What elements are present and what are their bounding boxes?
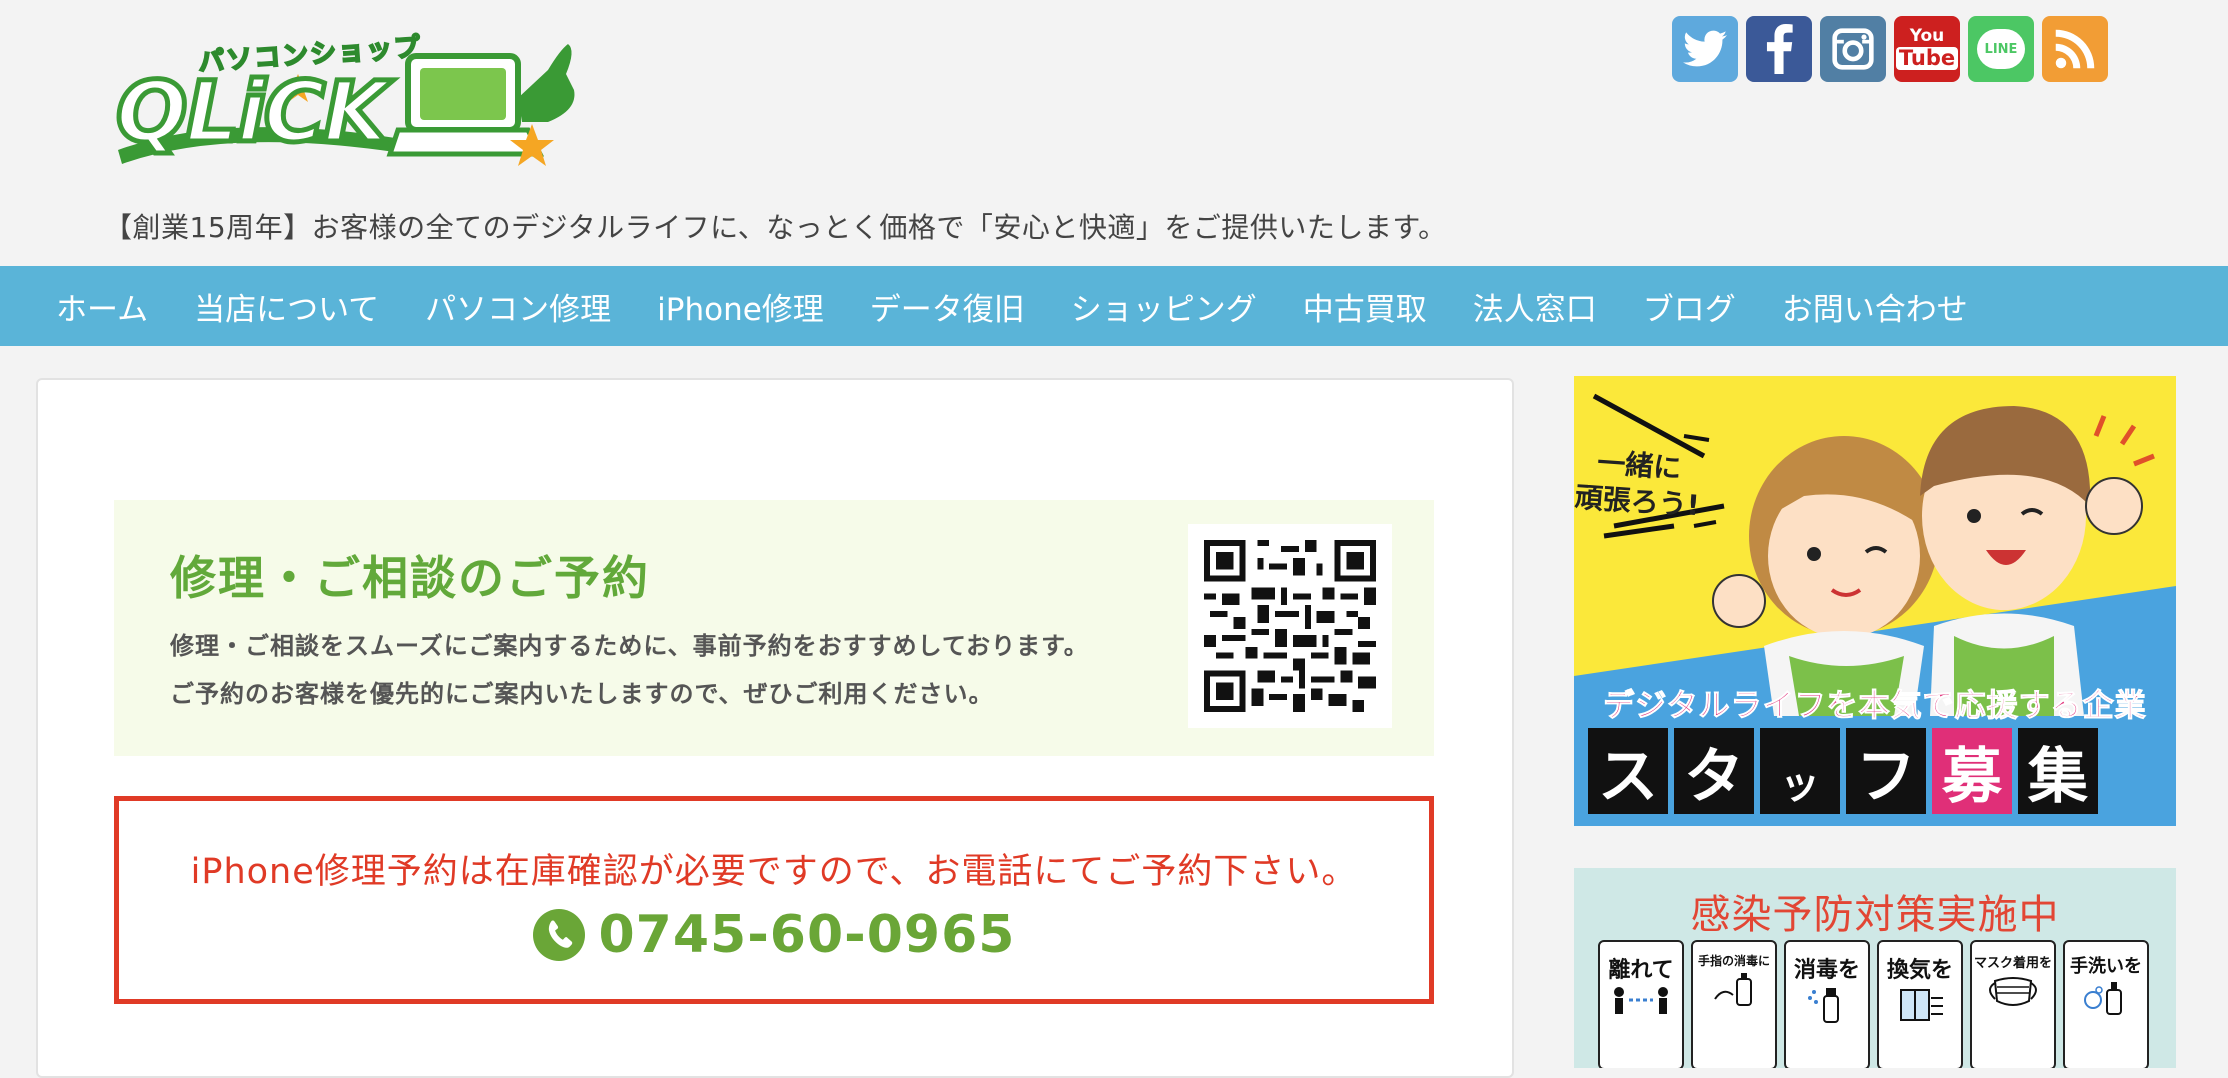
site-tagline: 【創業15周年】お客様の全てのデジタルライフに、なっとく価格で「安心と快適」をご… (104, 211, 1447, 244)
covid-card-distance: 離れて (1598, 940, 1684, 1068)
reservation-text-1: 修理・ご相談をスムーズにご案内するために、事前予約をおすすめしております。 (170, 632, 1089, 660)
site-header: パソコンショップ QLiCK 【創業15周年】お客様の全てのデジタルライフに、な… (0, 0, 2228, 266)
nav-item-blog[interactable]: ブログ (1643, 284, 1736, 329)
qr-code[interactable] (1188, 524, 1392, 728)
covid-card-disinfect: 消毒を (1784, 940, 1870, 1068)
iphone-reservation-text: iPhone修理予約は在庫確認が必要ですので、お電話にてご予約下さい。 (190, 852, 1358, 892)
handwash-icon (2084, 982, 2122, 1015)
covid-cards: 離れて 手指の消毒に 消毒を 換気を マスク着用を 手洗いを (1598, 940, 2149, 1068)
staff-recruit-banner[interactable]: 一緒に 頑張ろう! デジタルライフを本気で応援する企業 ス タ ッ フ 募 集 (1574, 376, 2176, 826)
nav-item-home[interactable]: ホーム (56, 284, 148, 329)
window-icon (1900, 989, 1943, 1021)
covid-card-label: 離れて (1608, 958, 1674, 983)
sanitizer-icon (1714, 973, 1752, 1006)
reservation-banner[interactable]: 修理・ご相談のご予約 修理・ご相談をスムーズにご案内するために、事前予約をおすす… (114, 500, 1434, 756)
phone-icon (532, 909, 585, 961)
youtube-label-top: You (1909, 26, 1945, 46)
youtube-icon[interactable]: You Tube (1894, 16, 1960, 82)
covid-card-sanitize-hands: 手指の消毒に (1691, 940, 1777, 1068)
reservation-title: 修理・ご相談のご予約 (170, 551, 650, 605)
covid-banner-title: 感染予防対策実施中 (1690, 892, 2060, 938)
social-links: You Tube LINE (1672, 16, 2108, 82)
twitter-icon[interactable] (1672, 16, 1738, 82)
line-bubble: LINE (1977, 29, 2025, 69)
covid-card-label: 消毒を (1793, 958, 1860, 983)
covid-card-label: 手洗いを (2070, 956, 2142, 977)
instagram-icon[interactable] (1820, 16, 1886, 82)
covid-card-label: 手指の消毒に (1697, 954, 1770, 968)
covid-card-ventilate: 換気を (1877, 940, 1963, 1068)
phone-link[interactable]: 0745-60-0965 (119, 905, 1429, 965)
nav-item-data-recovery[interactable]: データ復旧 (870, 284, 1025, 329)
nav-item-buyback[interactable]: 中古買取 (1303, 284, 1427, 329)
nav-item-shopping[interactable]: ショッピング (1071, 284, 1257, 329)
youtube-label-bottom: Tube (1895, 47, 1959, 70)
staff-tile: ッ (1760, 728, 1840, 814)
covid-card-handwash: 手洗いを (2063, 940, 2149, 1068)
rss-icon[interactable] (2042, 16, 2108, 82)
staff-tile: 募 (1932, 728, 2012, 814)
line-icon[interactable]: LINE (1968, 16, 2034, 82)
staff-tile: フ (1846, 728, 1926, 814)
logo-wordmark: QLiCK (113, 63, 390, 161)
covid-card-label: マスク着用を (1973, 956, 2052, 971)
distance-icon (1614, 987, 1668, 1014)
staff-tile: ス (1588, 728, 1668, 814)
staff-banner-title: ス タ ッ フ 募 集 (1588, 728, 2098, 814)
covid-card-mask: マスク着用を (1970, 940, 2056, 1068)
main-nav: ホーム 当店について パソコン修理 iPhone修理 データ復旧 ショッピング … (0, 266, 2228, 346)
nav-item-iphone-repair[interactable]: iPhone修理 (657, 284, 824, 329)
spray-icon (1808, 988, 1839, 1023)
phone-number: 0745-60-0965 (598, 905, 1016, 965)
covid-prevention-banner[interactable]: 感染予防対策実施中 離れて 手指の消毒に 消毒を 換気を マスク着用を 手洗いを (1574, 868, 2176, 1068)
mask-icon (1989, 977, 2037, 1006)
nav-item-pc-repair[interactable]: パソコン修理 (425, 284, 611, 329)
reservation-text-2: ご予約のお客様を優先的にご案内いたしますので、ぜひご利用ください。 (170, 680, 994, 708)
staff-banner-subtitle: デジタルライフを本気で応援する企業 (1603, 688, 2147, 725)
facebook-icon[interactable] (1746, 16, 1812, 82)
nav-item-corporate[interactable]: 法人窓口 (1473, 284, 1597, 329)
staff-catchphrase: 一緒に 頑張ろう! (1574, 444, 1703, 525)
site-logo[interactable]: パソコンショップ QLiCK (108, 30, 578, 170)
iphone-reservation-notice: iPhone修理予約は在庫確認が必要ですので、お電話にてご予約下さい。 0745… (114, 796, 1434, 1004)
nav-item-about[interactable]: 当店について (194, 284, 379, 329)
nav-item-contact[interactable]: お問い合わせ (1782, 284, 1968, 329)
staff-tile: タ (1674, 728, 1754, 814)
staff-tile: 集 (2018, 728, 2098, 814)
covid-card-label: 換気を (1886, 958, 1953, 983)
